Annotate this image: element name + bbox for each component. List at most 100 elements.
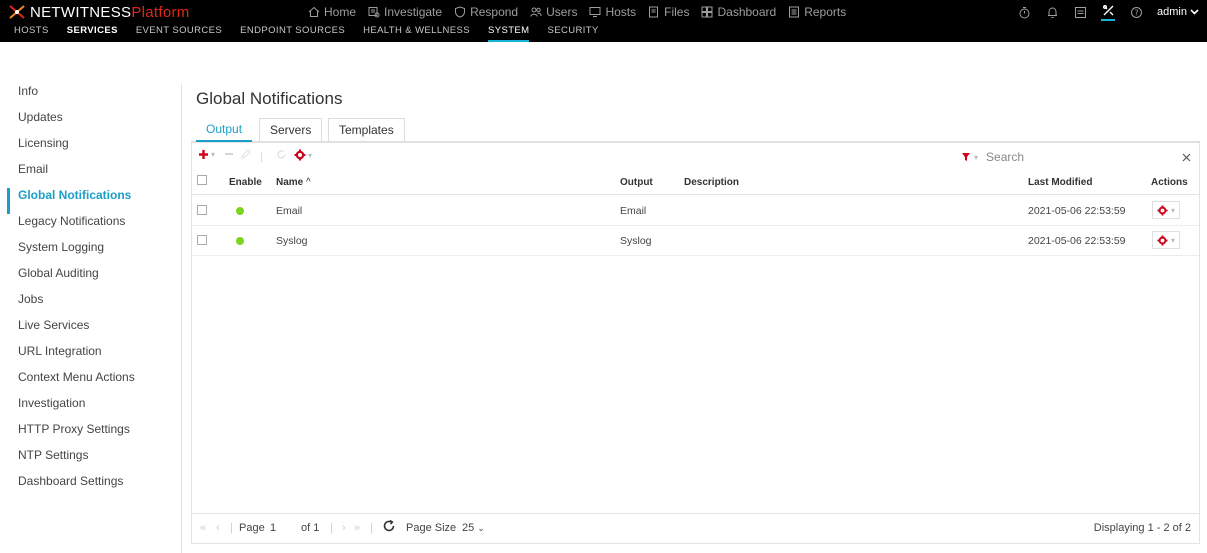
nav-home[interactable]: Home: [308, 4, 356, 20]
next-page-icon[interactable]: ›: [342, 522, 346, 534]
last-page-icon[interactable]: »: [354, 522, 360, 534]
system-left-menu: Info Updates Licensing Email Global Noti…: [7, 84, 182, 553]
menu-item-legacy-notifications[interactable]: Legacy Notifications: [7, 214, 181, 240]
nav-files-label: Files: [664, 5, 690, 19]
nav-investigate[interactable]: Investigate: [368, 4, 442, 20]
page-size-label: Page Size: [406, 522, 457, 534]
settings-button[interactable]: ▾: [294, 149, 312, 161]
menu-item-global-auditing[interactable]: Global Auditing: [7, 266, 181, 292]
row-name: Syslog: [276, 235, 308, 247]
tab-templates[interactable]: Templates: [328, 118, 405, 142]
nav-respond-label: Respond: [470, 5, 519, 19]
page-size-select[interactable]: 25 ⌄: [462, 522, 485, 534]
pager-divider-icon: |: [230, 522, 233, 534]
nav-users-label: Users: [546, 5, 578, 19]
column-last-modified[interactable]: Last Modified: [1028, 177, 1092, 188]
chevron-down-icon: ▾: [1171, 235, 1176, 245]
table-row[interactable]: Syslog Syslog 2021-05-06 22:53:59 ▾: [192, 226, 1199, 256]
close-icon[interactable]: [1182, 153, 1191, 162]
page-number-input[interactable]: 1: [270, 522, 296, 534]
menu-item-system-logging[interactable]: System Logging: [7, 240, 181, 266]
row-checkbox[interactable]: [197, 205, 207, 215]
table-row[interactable]: Email Email 2021-05-06 22:53:59 ▾: [192, 196, 1199, 226]
column-output[interactable]: Output: [620, 177, 653, 188]
gear-icon: [1157, 234, 1168, 246]
menu-item-licensing[interactable]: Licensing: [7, 136, 181, 162]
subnav-health-wellness[interactable]: HEALTH & WELLNESS: [363, 24, 470, 42]
investigate-icon: [368, 7, 380, 18]
nav-hosts[interactable]: Hosts: [589, 4, 636, 20]
subnav-security[interactable]: SECURITY: [547, 24, 598, 42]
page-count: of 1: [301, 522, 320, 534]
refresh-button[interactable]: [276, 149, 287, 160]
edit-button[interactable]: [240, 149, 251, 160]
timer-icon[interactable]: [1017, 5, 1031, 19]
menu-item-info[interactable]: Info: [7, 84, 181, 110]
select-all-checkbox[interactable]: [197, 175, 207, 185]
filter-icon[interactable]: [961, 152, 971, 162]
pencil-icon: [241, 149, 251, 159]
brand-suffix: Platform: [131, 3, 190, 21]
subnav-system[interactable]: SYSTEM: [488, 24, 530, 42]
refresh-icon[interactable]: [382, 519, 396, 536]
delete-button[interactable]: [224, 149, 234, 159]
row-output: Email: [620, 205, 647, 217]
chevron-down-icon: ▾: [308, 150, 313, 160]
brand-logo[interactable]: NETWITNESSPlatform: [8, 3, 190, 21]
subnav-event-sources[interactable]: EVENT SOURCES: [136, 24, 222, 42]
row-actions-button[interactable]: ▾: [1152, 201, 1181, 219]
search-input[interactable]: Search: [986, 150, 1182, 164]
menu-item-context-menu-actions[interactable]: Context Menu Actions: [7, 370, 181, 396]
menu-item-url-integration[interactable]: URL Integration: [7, 344, 181, 370]
home-icon: [308, 6, 320, 17]
nav-respond[interactable]: Respond: [454, 4, 518, 20]
netwitness-logo-icon: [8, 4, 26, 20]
column-actions: Actions: [1151, 177, 1188, 188]
add-button[interactable]: ▾: [198, 149, 215, 160]
subnav-services[interactable]: SERVICES: [67, 24, 118, 42]
chevron-down-icon: ▾: [211, 150, 216, 159]
subnav-endpoint-sources[interactable]: ENDPOINT SOURCES: [240, 24, 345, 42]
help-icon[interactable]: ?: [1129, 5, 1143, 19]
menu-item-investigation[interactable]: Investigation: [7, 396, 181, 422]
user-name: admin: [1157, 6, 1187, 18]
displaying-count: Displaying 1 - 2 of 2: [1093, 522, 1191, 534]
users-icon: [530, 7, 542, 17]
prev-page-icon[interactable]: ‹: [216, 522, 220, 534]
user-menu[interactable]: admin: [1157, 6, 1199, 18]
nav-hosts-label: Hosts: [605, 5, 637, 19]
bell-icon[interactable]: [1045, 5, 1059, 19]
chevron-down-icon: [1190, 9, 1199, 15]
row-checkbox[interactable]: [197, 235, 207, 245]
nav-reports[interactable]: Reports: [788, 4, 846, 20]
menu-item-email[interactable]: Email: [7, 162, 181, 188]
chevron-down-icon: ⌄: [477, 523, 485, 533]
nav-dashboard[interactable]: Dashboard: [701, 4, 776, 20]
menu-item-live-services[interactable]: Live Services: [7, 318, 181, 344]
sort-ascending-icon: ^: [306, 177, 311, 188]
menu-item-global-notifications[interactable]: Global Notifications: [7, 188, 181, 214]
menu-item-http-proxy-settings[interactable]: HTTP Proxy Settings: [7, 422, 181, 448]
admin-tools-icon[interactable]: [1101, 3, 1116, 21]
pager-divider-icon: |: [370, 522, 373, 534]
nav-files[interactable]: Files: [648, 4, 689, 20]
subnav-hosts[interactable]: HOSTS: [14, 24, 49, 42]
row-last-modified: 2021-05-06 22:53:59: [1028, 235, 1126, 247]
menu-item-dashboard-settings[interactable]: Dashboard Settings: [7, 474, 181, 500]
column-description[interactable]: Description: [684, 177, 739, 188]
nav-dashboard-label: Dashboard: [717, 5, 777, 19]
menu-item-ntp-settings[interactable]: NTP Settings: [7, 448, 181, 474]
menu-item-jobs[interactable]: Jobs: [7, 292, 181, 318]
menu-item-updates[interactable]: Updates: [7, 110, 181, 136]
notifications-panel: ▾ | ▾ ▾ Search Enable Name ^ Output Desc…: [191, 142, 1200, 544]
tab-output[interactable]: Output: [196, 118, 253, 142]
notes-icon[interactable]: [1073, 5, 1087, 19]
tab-servers[interactable]: Servers: [259, 118, 323, 142]
column-enable[interactable]: Enable: [229, 177, 262, 188]
column-name[interactable]: Name ^: [276, 177, 311, 188]
row-actions-button[interactable]: ▾: [1152, 231, 1181, 249]
chevron-down-icon: ▾: [1171, 205, 1176, 215]
nav-investigate-label: Investigate: [384, 5, 443, 19]
nav-users[interactable]: Users: [530, 4, 577, 20]
first-page-icon[interactable]: «: [200, 522, 206, 534]
